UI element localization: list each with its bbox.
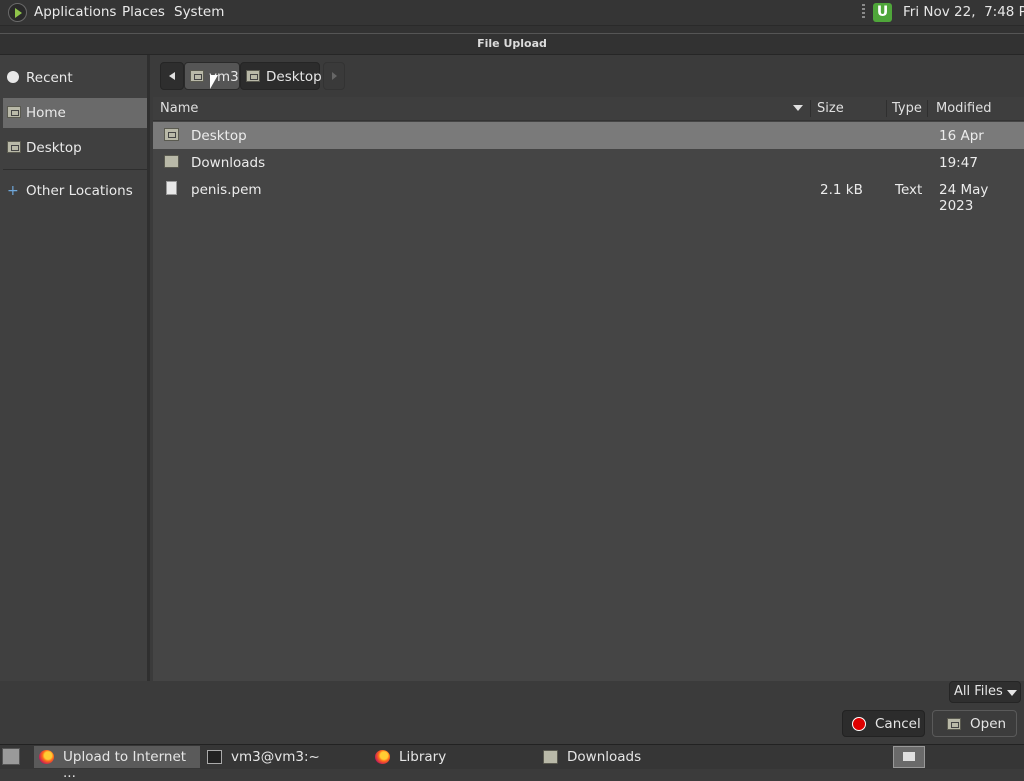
column-divider (810, 100, 811, 117)
column-header-type[interactable]: Type (892, 101, 922, 116)
column-header-size[interactable]: Size (817, 101, 844, 116)
open-button[interactable]: Open (932, 710, 1017, 737)
network-icon: + (7, 183, 19, 199)
file-type: Text (895, 182, 923, 198)
taskbar-item-upload[interactable]: Upload to Internet ... (34, 746, 200, 781)
taskbar-item-downloads[interactable]: Downloads (538, 746, 704, 768)
column-divider (927, 100, 928, 117)
sidebar-item-desktop[interactable]: Desktop (3, 133, 147, 163)
sort-descending-icon (793, 105, 803, 111)
places-sidebar: Recent Home Desktop + Other Locations (0, 55, 150, 681)
column-divider (886, 100, 887, 117)
taskbar-item-terminal[interactable]: vm3@vm3:~ (202, 746, 368, 768)
sidebar-item-label: Desktop (26, 140, 82, 156)
firefox-icon (375, 750, 390, 764)
file-modified: 19:47 (939, 155, 978, 171)
desktop-folder-icon (7, 141, 21, 153)
task-label: vm3@vm3:~ (231, 749, 320, 765)
mint-menu-icon[interactable] (8, 3, 27, 22)
file-name: Desktop (191, 128, 247, 144)
dropdown-arrow-icon (1007, 690, 1017, 696)
file-row-penis-pem[interactable]: penis.pem 2.1 kB Text 24 May 2023 (153, 176, 1024, 214)
taskbar-item-library[interactable]: Library (370, 746, 536, 768)
cancel-label: Cancel (875, 716, 921, 732)
sidebar-item-home[interactable]: Home (3, 98, 147, 128)
applications-menu[interactable]: Applications (34, 4, 116, 20)
open-folder-icon (947, 718, 961, 730)
open-label: Open (970, 716, 1007, 732)
desktop-folder-icon (246, 70, 260, 82)
recent-icon (7, 71, 19, 83)
path-forward-button[interactable] (323, 62, 345, 90)
titlebar-divider (0, 33, 1024, 34)
file-modified: 16 Apr (939, 128, 984, 144)
file-name: penis.pem (191, 182, 262, 198)
sidebar-item-other-locations[interactable]: + Other Locations (3, 176, 147, 206)
column-header-modified[interactable]: Modified (936, 101, 991, 116)
tray-separator (862, 4, 865, 20)
places-menu[interactable]: Places (122, 4, 165, 20)
file-list-header: Name Size Type Modified (153, 97, 1024, 121)
show-desktop-icon[interactable] (2, 748, 20, 765)
dialog-titlebar[interactable]: File Upload (0, 26, 1024, 55)
sidebar-separator (3, 169, 147, 170)
terminal-icon (207, 750, 222, 764)
document-icon (166, 181, 177, 195)
file-row-desktop[interactable]: Desktop 16 Apr (153, 122, 1024, 149)
file-modified: 24 May 2023 (939, 182, 989, 214)
task-label: Upload to Internet ... (63, 749, 187, 781)
sidebar-item-label: Home (26, 105, 66, 121)
dialog-title: File Upload (477, 37, 547, 50)
top-panel: Applications Places System U Fri Nov 22,… (0, 0, 1024, 26)
file-size: 2.1 kB (820, 182, 863, 198)
folder-icon (543, 750, 558, 764)
desktop-folder-icon (164, 128, 179, 141)
system-menu[interactable]: System (174, 4, 224, 20)
file-type-filter[interactable]: All Files (949, 681, 1021, 703)
file-name: Downloads (191, 155, 266, 171)
path-crumb-desktop[interactable]: Desktop (240, 62, 322, 90)
sidebar-item-label: Recent (26, 70, 73, 86)
sidebar-item-recent[interactable]: Recent (3, 63, 147, 93)
path-back-button[interactable] (160, 62, 184, 90)
task-label: Downloads (567, 749, 642, 765)
sidebar-item-label: Other Locations (26, 183, 133, 199)
file-list[interactable]: Name Size Type Modified Desktop 16 Apr D… (153, 97, 1024, 681)
cancel-button[interactable]: Cancel (842, 710, 925, 737)
cancel-icon (852, 717, 866, 731)
home-folder-icon (7, 106, 21, 118)
update-manager-icon[interactable]: U (873, 3, 892, 22)
firefox-icon (39, 750, 54, 764)
home-folder-icon (190, 70, 204, 82)
crumb-label: Desktop (266, 69, 322, 85)
task-label: Library (399, 749, 447, 765)
folder-icon (164, 155, 179, 168)
column-header-name[interactable]: Name (160, 101, 198, 116)
workspace-switcher[interactable] (893, 746, 925, 768)
mouse-cursor-icon (210, 75, 218, 89)
taskbar: Upload to Internet ... vm3@vm3:~ Library… (0, 744, 1024, 781)
clock[interactable]: Fri Nov 22, 7:48 PM (903, 4, 1024, 20)
file-row-downloads[interactable]: Downloads 19:47 (153, 149, 1024, 176)
path-bar: vm3 Desktop (153, 55, 1024, 97)
filter-label: All Files (954, 684, 1003, 699)
